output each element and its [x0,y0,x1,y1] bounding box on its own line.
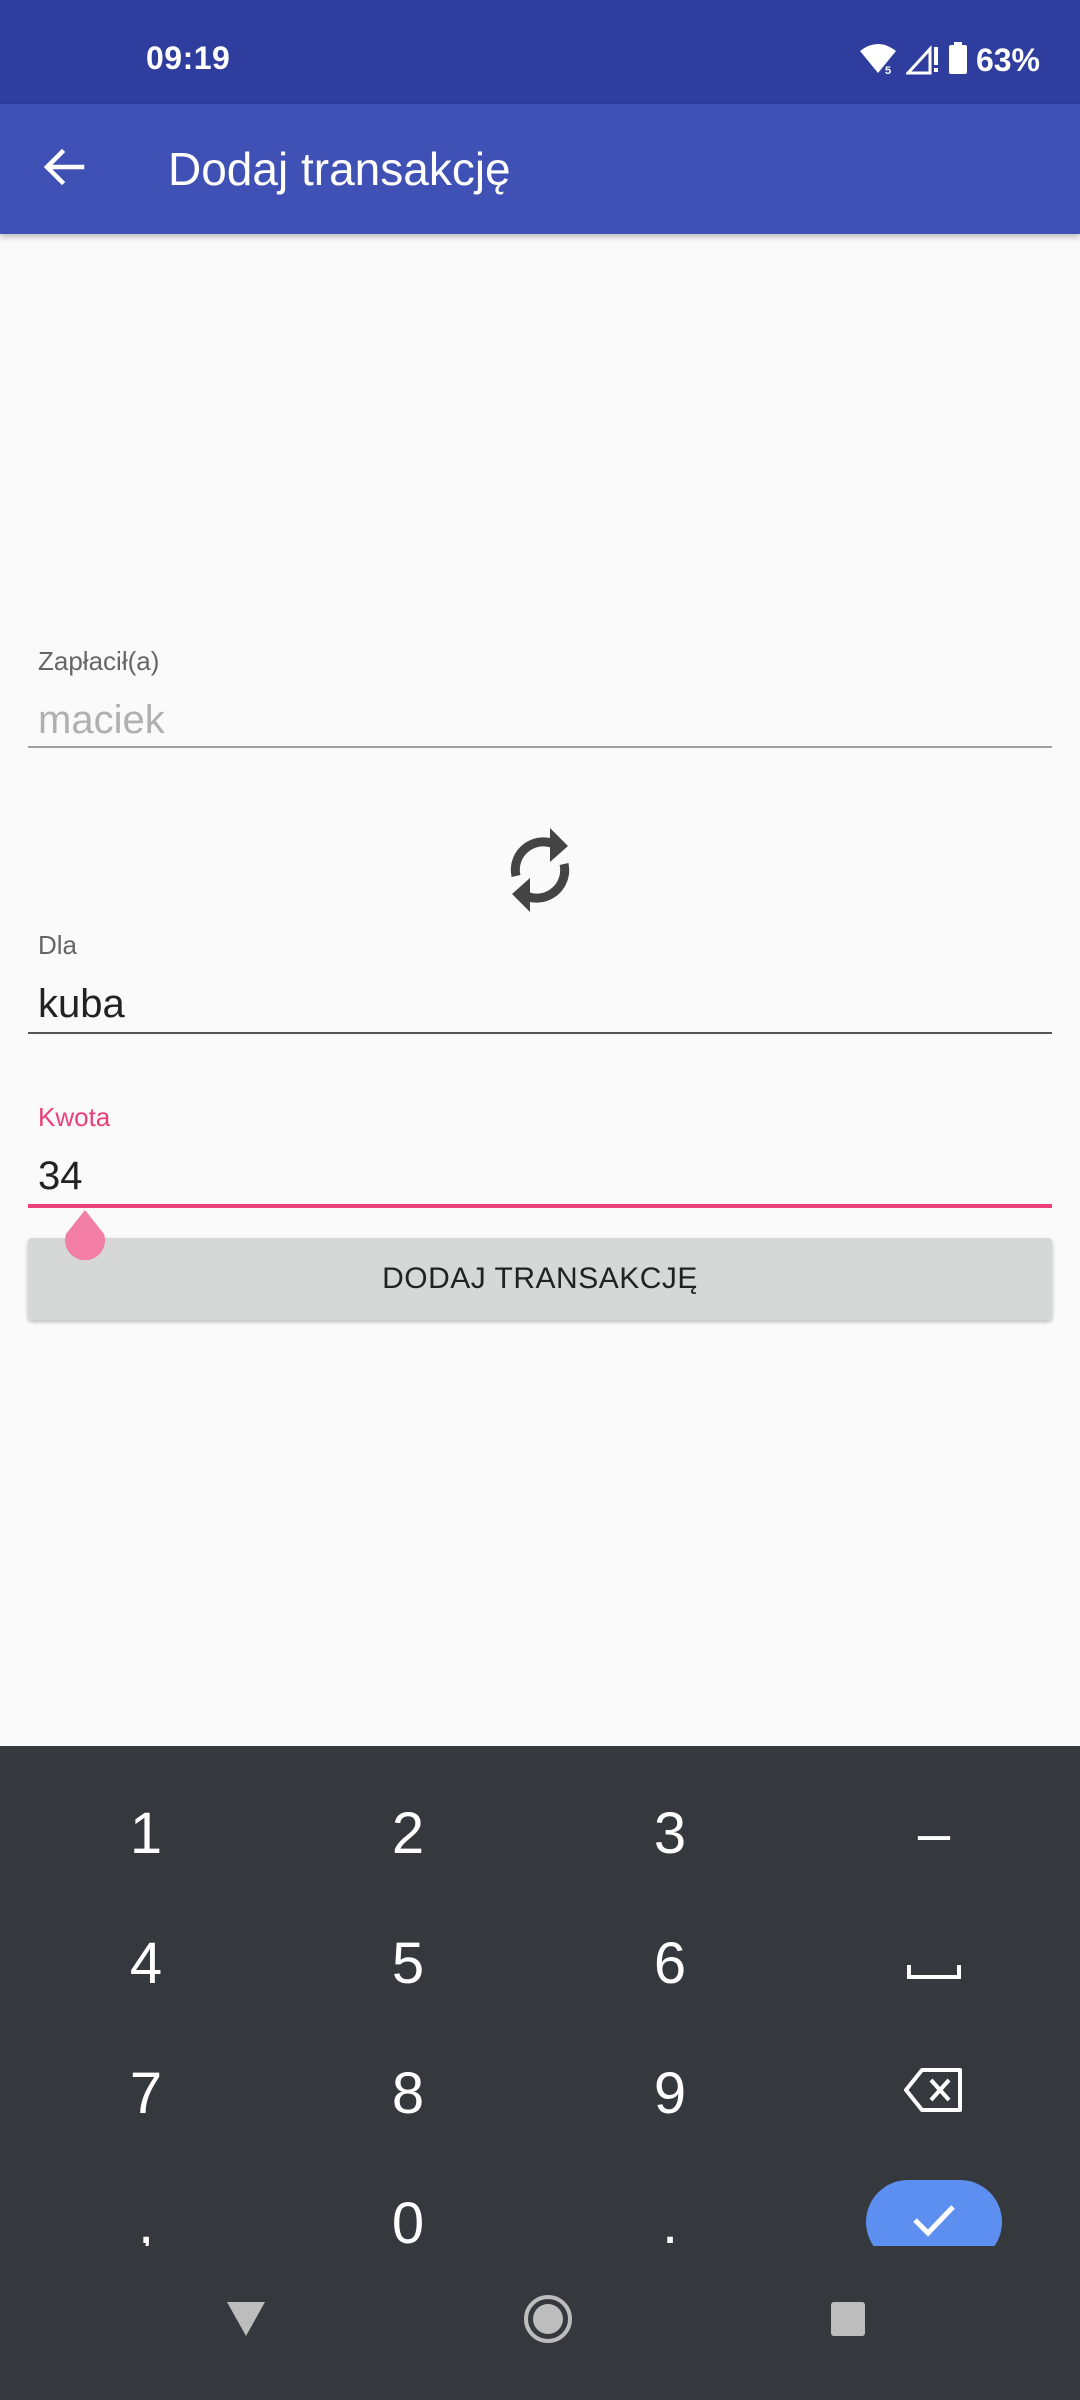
status-time: 09:19 [146,40,231,76]
key-7[interactable]: 7 [46,2038,246,2148]
key-1[interactable]: 1 [46,1778,246,1888]
recipient-field[interactable]: kuba [38,982,125,1027]
backspace-icon [904,2060,964,2127]
key-2[interactable]: 2 [308,1778,508,1888]
key-3[interactable]: 3 [570,1778,770,1888]
svg-text:5: 5 [885,65,891,75]
key-9[interactable]: 9 [570,2038,770,2148]
payer-field-underline [28,746,1052,748]
key-4[interactable]: 4 [46,1908,246,2018]
nav-recents-button[interactable] [808,2286,888,2356]
battery-percentage: 63% [975,41,1040,78]
amount-field[interactable]: 34 [38,1154,83,1199]
add-transaction-button[interactable]: DODAJ TRANSAKCJĘ [28,1238,1052,1320]
swap-refresh-icon [498,818,582,927]
recents-square-icon [829,2300,867,2343]
payer-label: Zapłacił(a) [38,646,160,676]
app-bar: Dodaj transakcję [0,104,1080,234]
numeric-keyboard: 1 2 3 – 4 5 6 7 8 9 , 0 . [0,1746,1080,2264]
recipient-label: Dla [38,930,78,960]
space-icon [906,1930,962,1997]
add-transaction-label: DODAJ TRANSAKCJĘ [382,1262,698,1295]
recipient-field-underline [28,1032,1052,1034]
key-5[interactable]: 5 [308,1908,508,2018]
home-circle-icon [522,2293,574,2350]
key-6[interactable]: 6 [570,1908,770,2018]
nav-back-button[interactable] [206,2286,286,2356]
payer-field[interactable]: maciek [38,698,165,743]
key-8[interactable]: 8 [308,2038,508,2148]
back-button[interactable] [26,131,102,207]
swap-button[interactable] [490,812,590,932]
status-icons: 5 63% [858,40,1040,80]
page-title: Dodaj transakcję [168,143,511,195]
wifi-icon: 5 [858,41,898,80]
done-check-icon [911,2202,957,2243]
key-backspace[interactable] [834,2038,1034,2148]
text-cursor-handle[interactable] [62,1208,108,1264]
back-triangle-icon [225,2300,267,2343]
amount-field-underline [28,1204,1052,1208]
arrow-back-icon [42,145,86,194]
signal-icon [904,41,940,80]
navigation-bar [0,2246,1080,2400]
amount-label: Kwota [38,1102,111,1132]
key-dash[interactable]: – [834,1778,1034,1888]
key-space[interactable] [834,1908,1034,2018]
status-bar: 09:19 5 63% [0,0,1080,104]
nav-home-button[interactable] [508,2286,588,2356]
battery-icon [948,41,968,80]
